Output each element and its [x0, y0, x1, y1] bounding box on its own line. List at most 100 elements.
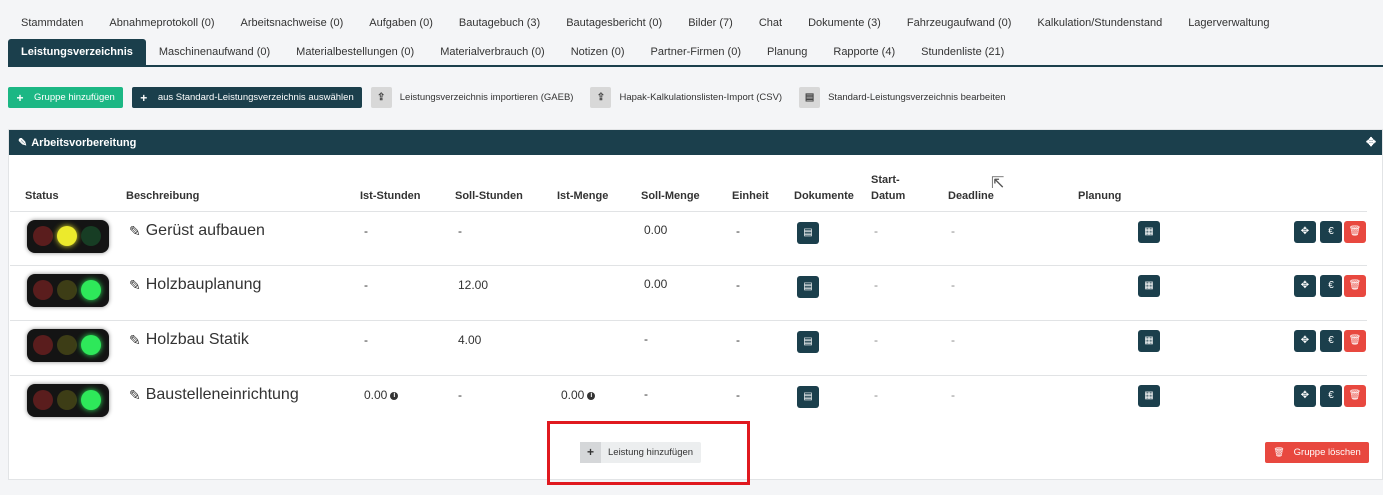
einheit-value: -	[736, 278, 740, 292]
red-light	[33, 226, 53, 246]
move-row-button[interactable]: ✥	[1294, 330, 1316, 352]
status-traffic-light	[27, 274, 109, 307]
tab-r1-1[interactable]: Abnahmeprotokoll (0)	[96, 10, 227, 36]
delete-row-button[interactable]: 🗑	[1344, 275, 1366, 297]
tab-r1-11[interactable]: Lagerverwaltung	[1175, 10, 1282, 36]
row-description[interactable]: ✎ Gerüst aufbauen	[129, 222, 265, 240]
row-description[interactable]: ✎ Holzbauplanung	[129, 276, 261, 294]
add-group-button[interactable]: + Gruppe hinzufügen	[8, 87, 123, 108]
mouse-pointer-icon: ⇱	[991, 175, 1005, 192]
upload-icon: ⇪	[370, 87, 392, 108]
status-traffic-light	[27, 329, 109, 362]
ist-stunden-text: -	[364, 278, 368, 292]
tab-r2-7[interactable]: Rapporte (4)	[820, 39, 908, 65]
red-light	[33, 335, 53, 355]
green-light	[81, 226, 101, 246]
move-icon[interactable]: ✥	[1366, 135, 1376, 149]
from-standard-button[interactable]: + aus Standard-Leistungsverzeichnis ausw…	[131, 87, 362, 108]
plus-icon: +	[580, 442, 601, 463]
tab-r1-2[interactable]: Arbeitsnachweise (0)	[228, 10, 357, 36]
soll-stunden-value: -	[458, 224, 462, 238]
tab-r1-3[interactable]: Aufgaben (0)	[356, 10, 446, 36]
deadline-value: -	[951, 388, 955, 402]
tab-r1-10[interactable]: Kalkulation/Stundenstand	[1024, 10, 1175, 36]
tab-r1-8[interactable]: Dokumente (3)	[795, 10, 894, 36]
delete-group-button[interactable]: 🗑 Gruppe löschen	[1265, 442, 1369, 463]
clipboard-icon: ▤	[799, 87, 821, 108]
start-datum-value: -	[874, 388, 878, 402]
deadline-value: -	[951, 224, 955, 238]
row-divider	[10, 211, 1367, 212]
start-datum-value: -	[874, 278, 878, 292]
delete-row-button[interactable]: 🗑	[1344, 330, 1366, 352]
col-soll-menge: Soll-Menge	[641, 190, 700, 202]
soll-menge-value: -	[644, 332, 648, 346]
tab-r2-4[interactable]: Notizen (0)	[558, 39, 638, 65]
col-planung: Planung	[1078, 190, 1122, 202]
einheit-value: -	[736, 333, 740, 347]
calendar-button[interactable]: ▦	[1138, 275, 1160, 297]
description-text: Holzbau Statik	[145, 331, 249, 348]
tab-r2-3[interactable]: Materialverbrauch (0)	[427, 39, 558, 65]
delete-row-button[interactable]: 🗑	[1344, 221, 1366, 243]
row-description[interactable]: ✎ Holzbau Statik	[129, 331, 249, 349]
add-service-label: Leistung hinzufügen	[608, 447, 694, 458]
tab-r2-6[interactable]: Planung	[754, 39, 820, 65]
move-row-button[interactable]: ✥	[1294, 385, 1316, 407]
tab-r2-2[interactable]: Materialbestellungen (0)	[283, 39, 427, 65]
description-text: Baustelleneinrichtung	[145, 386, 299, 403]
pencil-icon[interactable]: ✎	[18, 136, 27, 149]
row-divider	[10, 375, 1367, 376]
edit-standard-button[interactable]: ▤ Standard-Leistungsverzeichnis bearbeit…	[799, 87, 1013, 108]
tab-r1-0[interactable]: Stammdaten	[8, 10, 96, 36]
col-beschreibung: Beschreibung	[126, 190, 200, 202]
row-description[interactable]: ✎ Baustelleneinrichtung	[129, 386, 299, 404]
col-deadline: Deadline	[948, 190, 994, 202]
tab-r2-8[interactable]: Stundenliste (21)	[908, 39, 1017, 65]
document-button[interactable]: ▤	[797, 331, 819, 353]
panel-header: ✎ Arbeitsvorbereitung ✥	[9, 130, 1382, 155]
tab-r1-9[interactable]: Fahrzeugaufwand (0)	[894, 10, 1025, 36]
info-icon: i	[587, 391, 596, 400]
tab-r2-0[interactable]: Leistungsverzeichnis	[8, 39, 146, 65]
red-light	[33, 390, 53, 410]
document-button[interactable]: ▤	[797, 276, 819, 298]
euro-button[interactable]: €	[1320, 385, 1342, 407]
col-start-datum-1: Start-	[871, 174, 900, 186]
tab-r1-4[interactable]: Bautagebuch (3)	[446, 10, 553, 36]
import-gaeb-button[interactable]: ⇪ Leistungsverzeichnis importieren (GAEB…	[370, 87, 582, 108]
pencil-icon: ✎	[129, 276, 141, 293]
euro-button[interactable]: €	[1320, 330, 1342, 352]
calendar-button[interactable]: ▦	[1138, 330, 1160, 352]
tab-r1-5[interactable]: Bautagesbericht (0)	[553, 10, 675, 36]
col-dokumente: Dokumente	[794, 190, 854, 202]
panel-title: Arbeitsvorbereitung	[31, 136, 137, 149]
tabs-row-1: Stammdaten Abnahmeprotokoll (0) Arbeitsnac…	[8, 10, 1283, 36]
soll-menge-value: 0.00	[644, 277, 668, 291]
soll-menge-value: 0.00	[644, 223, 668, 237]
document-button[interactable]: ▤	[797, 386, 819, 408]
col-einheit: Einheit	[732, 190, 769, 202]
move-row-button[interactable]: ✥	[1294, 275, 1316, 297]
euro-button[interactable]: €	[1320, 221, 1342, 243]
yellow-light	[57, 335, 77, 355]
tab-r2-5[interactable]: Partner-Firmen (0)	[638, 39, 754, 65]
euro-button[interactable]: €	[1320, 275, 1342, 297]
calendar-button[interactable]: ▦	[1138, 385, 1160, 407]
move-row-button[interactable]: ✥	[1294, 221, 1316, 243]
tab-r2-1[interactable]: Maschinenaufwand (0)	[146, 39, 283, 65]
document-button[interactable]: ▤	[797, 222, 819, 244]
tab-r1-7[interactable]: Chat	[746, 10, 795, 36]
import-hapak-button[interactable]: ⇪ Hapak-Kalkulationslisten-Import (CSV)	[590, 87, 790, 108]
delete-row-button[interactable]: 🗑	[1344, 385, 1366, 407]
ist-stunden-text: -	[364, 333, 368, 347]
soll-stunden-value: 12.00	[458, 278, 489, 292]
calendar-button[interactable]: ▦	[1138, 221, 1160, 243]
tab-r1-6[interactable]: Bilder (7)	[675, 10, 746, 36]
add-service-button[interactable]: + Leistung hinzufügen	[580, 442, 702, 463]
row-divider	[10, 320, 1367, 321]
ist-stunden-text: 0.00	[364, 388, 388, 402]
red-light	[33, 280, 53, 300]
toolbar: + Gruppe hinzufügen + aus Standard-Leist…	[8, 87, 1014, 108]
col-soll-stunden: Soll-Stunden	[455, 190, 523, 202]
